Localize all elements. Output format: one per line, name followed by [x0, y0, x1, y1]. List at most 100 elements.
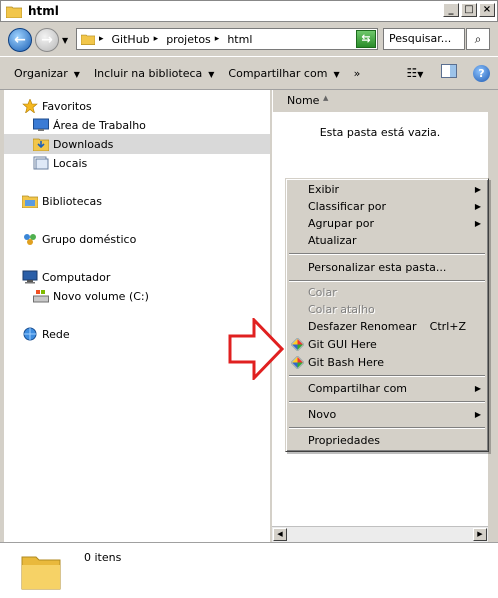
breadcrumb-github[interactable]: GitHub [112, 33, 150, 46]
share-with-label: Compartilhar com [228, 66, 328, 80]
close-button[interactable]: × [479, 3, 495, 17]
nav-label: Locais [53, 156, 88, 170]
back-button[interactable]: ← [8, 28, 32, 52]
menu-item-label: Personalizar esta pasta... [308, 261, 447, 274]
scroll-right-icon[interactable]: ▶ [473, 528, 487, 541]
chevron-down-icon: ▼ [73, 69, 80, 79]
arrow-right-icon: → [41, 32, 53, 48]
share-with-menu[interactable]: Compartilhar com ▼ [228, 67, 339, 80]
menu-separator [289, 427, 485, 429]
homegroup-icon [22, 232, 38, 246]
organize-label: Organizar [14, 66, 68, 80]
menu-item-undo-rename[interactable]: Desfazer Renomear Ctrl+Z [289, 318, 485, 335]
column-name-header[interactable]: Nome [287, 94, 319, 107]
sort-ascending-icon: ▲ [323, 94, 329, 102]
git-diamond-icon [290, 337, 305, 352]
include-library-menu[interactable]: Incluir na biblioteca ▼ [94, 67, 214, 80]
maximize-button[interactable]: □ [461, 3, 477, 17]
menu-item-label: Git Bash Here [308, 356, 384, 369]
folder-icon [5, 5, 23, 18]
breadcrumb-projetos[interactable]: projetos [166, 33, 211, 46]
menu-item-label: Compartilhar com [308, 382, 408, 395]
item-count: 0 itens [84, 551, 122, 564]
annotation-arrow-icon [228, 318, 284, 380]
nav-label: Área de Trabalho [53, 118, 146, 132]
menu-separator [289, 280, 485, 282]
submenu-arrow-icon: ▶ [474, 219, 481, 228]
history-dropdown-icon[interactable]: ▼ [62, 36, 68, 45]
more-commands-button[interactable]: » [354, 67, 361, 80]
menu-item-customize-folder[interactable]: Personalizar esta pasta... [289, 259, 485, 276]
nav-label: Rede [42, 327, 70, 341]
nav-label: Favoritos [42, 99, 92, 113]
menu-item-view[interactable]: Exibir ▶ [289, 181, 485, 198]
column-header: Nome ▲ [272, 90, 488, 112]
large-folder-icon [20, 551, 62, 591]
navigation-pane: Favoritos Área de Trabalho Downloads Loc… [4, 90, 270, 542]
shortcut-label: Ctrl+Z [429, 320, 466, 333]
git-diamond-icon [290, 355, 305, 370]
nav-item-places[interactable]: Locais [33, 154, 87, 172]
menu-item-label: Propriedades [308, 434, 380, 447]
menu-item-label: Exibir [308, 183, 340, 196]
menu-item-share-with[interactable]: Compartilhar com ▶ [289, 380, 485, 397]
title-bar: html _ □ × [0, 0, 498, 22]
menu-item-label: Atualizar [308, 234, 357, 247]
window-title: html [28, 4, 59, 18]
refresh-button[interactable]: ⇆ [356, 30, 376, 48]
organize-menu[interactable]: Organizar ▼ [14, 67, 80, 80]
menu-item-sort-by[interactable]: Classificar por ▶ [289, 198, 485, 215]
nav-label: Bibliotecas [42, 194, 103, 208]
scroll-left-icon[interactable]: ◀ [273, 528, 287, 541]
menu-item-paste-shortcut: Colar atalho [289, 301, 485, 318]
menu-item-label: Agrupar por [308, 217, 374, 230]
star-icon [22, 98, 38, 114]
right-edge [488, 90, 498, 542]
preview-pane-icon[interactable] [439, 64, 459, 82]
menu-item-group-by[interactable]: Agrupar por ▶ [289, 215, 485, 232]
menu-item-label: Classificar por [308, 200, 386, 213]
submenu-arrow-icon: ▶ [474, 384, 481, 393]
nav-item-favorites[interactable]: Favoritos [22, 97, 92, 115]
nav-item-computer[interactable]: Computador [22, 268, 110, 286]
help-icon[interactable]: ? [473, 64, 490, 82]
menu-item-label: Git GUI Here [308, 338, 377, 351]
nav-label: Downloads [53, 137, 114, 151]
menu-separator [289, 253, 485, 255]
menu-item-label: Novo [308, 408, 337, 421]
recent-places-icon [33, 156, 49, 170]
breadcrumb-html[interactable]: html [227, 33, 252, 46]
chevron-down-icon: ▼ [208, 69, 215, 79]
nav-item-libraries[interactable]: Bibliotecas [21, 192, 103, 210]
horizontal-scrollbar[interactable]: ◀ ▶ [272, 526, 488, 542]
menu-item-label: Desfazer Renomear [308, 320, 417, 333]
libraries-icon [21, 194, 39, 209]
menu-item-paste: Colar [289, 284, 485, 301]
submenu-arrow-icon: ▶ [474, 410, 481, 419]
nav-item-downloads[interactable]: Downloads [32, 135, 114, 153]
command-bar: Organizar ▼ Incluir na biblioteca ▼ Compar… [0, 56, 498, 90]
search-icon[interactable]: ⌕ [466, 28, 490, 50]
nav-item-homegroup[interactable]: Grupo doméstico [22, 230, 136, 248]
nav-item-desktop[interactable]: Área de Trabalho [33, 116, 146, 134]
breadcrumb-separator-icon[interactable]: ▸ [215, 34, 220, 44]
menu-separator [289, 375, 485, 377]
desktop-icon [33, 118, 49, 132]
nav-item-volume-c[interactable]: Novo volume (C:) [33, 287, 149, 305]
menu-item-new[interactable]: Novo ▶ [289, 406, 485, 423]
breadcrumb-separator-icon[interactable]: ▸ [154, 34, 159, 44]
menu-item-properties[interactable]: Propriedades [289, 432, 485, 449]
minimize-button[interactable]: _ [443, 3, 459, 17]
menu-item-refresh[interactable]: Atualizar [289, 232, 485, 249]
menu-item-label: Colar atalho [308, 303, 375, 316]
view-options-icon[interactable]: ☷▼ [405, 64, 425, 82]
menu-item-git-gui-here[interactable]: Git GUI Here [289, 336, 485, 353]
computer-icon [22, 270, 38, 284]
nav-item-network[interactable]: Rede [22, 325, 70, 343]
nav-label: Novo volume (C:) [53, 289, 149, 303]
search-input[interactable]: Pesquisar... [383, 28, 465, 50]
details-pane: 0 itens [0, 542, 498, 598]
address-bar[interactable]: ▸ GitHub ▸ projetos ▸ html ▼ [76, 28, 378, 50]
forward-button[interactable]: → [35, 28, 59, 52]
menu-item-git-bash-here[interactable]: Git Bash Here [289, 354, 485, 371]
